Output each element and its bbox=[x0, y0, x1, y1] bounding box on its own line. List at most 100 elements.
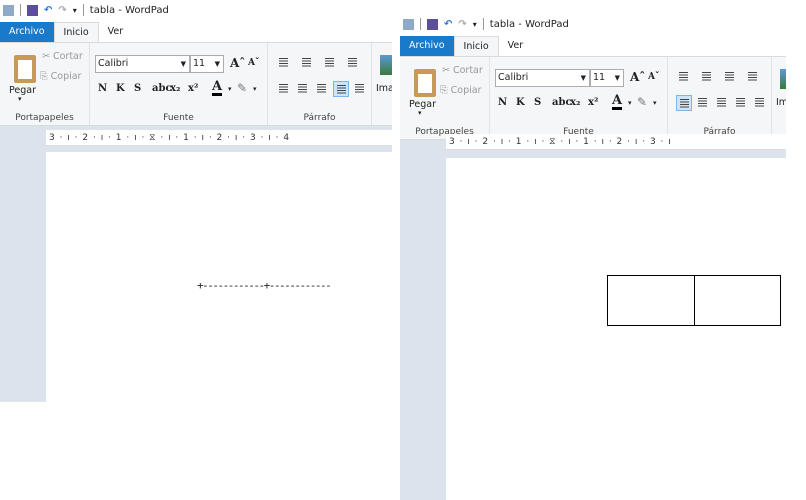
copy-button[interactable]: ⎘ Copiar bbox=[440, 85, 481, 96]
copy-button[interactable]: ⎘ Copiar bbox=[40, 71, 81, 82]
tab-ver[interactable]: Ver bbox=[99, 22, 133, 42]
wordpad-app-icon[interactable] bbox=[3, 4, 14, 16]
tab-inicio[interactable]: Inicio bbox=[453, 36, 499, 56]
align-left-button[interactable] bbox=[676, 95, 692, 111]
font-style-button[interactable]: x² bbox=[188, 83, 198, 94]
font-style-button[interactable]: N bbox=[98, 83, 107, 94]
insert-image-label[interactable]: Im bbox=[776, 97, 786, 108]
shrink-font-icon[interactable]: Aˇ bbox=[648, 72, 659, 82]
paragraph-group: Párrafo bbox=[668, 57, 772, 139]
increase-indent-button[interactable] bbox=[699, 69, 715, 85]
font-size-value: 11 bbox=[193, 58, 206, 69]
font-style-button[interactable]: S bbox=[134, 83, 141, 94]
document-page[interactable] bbox=[446, 158, 786, 500]
divider bbox=[420, 18, 421, 30]
font-style-button[interactable]: abc bbox=[552, 97, 572, 108]
font-family-select[interactable]: Calibri ▼ bbox=[95, 55, 190, 73]
redo-icon[interactable]: ↷ bbox=[58, 5, 66, 16]
customize-toolbar-icon[interactable]: ▾ bbox=[73, 6, 77, 15]
chevron-down-icon[interactable]: ▾ bbox=[253, 85, 257, 93]
font-style-button[interactable]: S bbox=[534, 97, 541, 108]
chevron-down-icon[interactable]: ▾ bbox=[653, 99, 657, 107]
font-style-button[interactable]: x₂ bbox=[570, 97, 580, 108]
undo-icon[interactable]: ↶ bbox=[444, 19, 452, 30]
image-icon[interactable] bbox=[380, 55, 392, 75]
table-cell[interactable] bbox=[695, 276, 780, 325]
grow-font-icon[interactable]: Aˆ bbox=[630, 70, 645, 84]
window-title: tabla - WordPad bbox=[489, 18, 569, 30]
font-group: Calibri ▼ 11 ▼ Aˆ Aˇ N K Sabc x₂ x² A ▾ ✎ ▾ Fuen… bbox=[490, 57, 668, 139]
save-icon[interactable] bbox=[427, 18, 438, 30]
font-style-button[interactable]: x₂ bbox=[170, 83, 180, 94]
cut-button[interactable]: ✂ Cortar bbox=[442, 65, 483, 76]
bullets-button[interactable] bbox=[322, 55, 338, 71]
highlighter-icon[interactable]: ✎ bbox=[237, 81, 247, 95]
ribbon-tabs: Archivo Inicio Ver bbox=[400, 36, 786, 56]
document-text[interactable]: +------------+------------ bbox=[197, 279, 332, 292]
table-cell[interactable] bbox=[608, 276, 695, 325]
group-label: Párrafo bbox=[303, 113, 336, 123]
group-label: Portapapeles bbox=[15, 113, 74, 123]
document-table[interactable] bbox=[607, 275, 781, 326]
paragraph-button[interactable] bbox=[752, 95, 768, 111]
paste-button[interactable]: Pegar ▾ bbox=[404, 61, 440, 121]
font-family-select[interactable]: Calibri ▼ bbox=[495, 69, 590, 87]
paste-button[interactable]: Pegar ▾ bbox=[4, 47, 40, 107]
decrease-indent-button[interactable] bbox=[276, 55, 292, 71]
increase-indent-button[interactable] bbox=[299, 55, 315, 71]
undo-icon[interactable]: ↶ bbox=[44, 5, 52, 16]
paragraph-button[interactable] bbox=[352, 81, 368, 97]
wordpad-app-icon[interactable] bbox=[403, 18, 414, 30]
font-family-value: Calibri bbox=[98, 58, 129, 69]
tab-ver[interactable]: Ver bbox=[499, 36, 533, 56]
align-justify-button[interactable] bbox=[733, 95, 749, 111]
font-size-select[interactable]: 11 ▼ bbox=[590, 69, 624, 87]
line-spacing-button[interactable] bbox=[345, 55, 361, 71]
font-color-icon[interactable]: A bbox=[212, 80, 223, 96]
insert-image-label[interactable]: Ima bbox=[376, 83, 392, 94]
shrink-font-icon[interactable]: Aˇ bbox=[248, 58, 259, 68]
align-right-button[interactable] bbox=[714, 95, 730, 111]
chevron-down-icon: ▾ bbox=[18, 95, 22, 103]
align-left-button[interactable] bbox=[276, 81, 292, 97]
align-justify-icon bbox=[337, 85, 346, 94]
image-icon[interactable] bbox=[780, 69, 786, 89]
increase-indent-icon bbox=[702, 72, 711, 81]
align-justify-button[interactable] bbox=[333, 81, 349, 97]
clipboard-icon bbox=[414, 69, 436, 97]
align-center-icon bbox=[698, 98, 707, 107]
tab-archivo[interactable]: Archivo bbox=[0, 22, 54, 42]
tab-archivo[interactable]: Archivo bbox=[400, 36, 454, 56]
font-size-select[interactable]: 11 ▼ bbox=[190, 55, 224, 73]
align-right-icon bbox=[717, 98, 726, 107]
clipboard-icon bbox=[14, 55, 36, 83]
bullets-button[interactable] bbox=[722, 69, 738, 85]
font-style-button[interactable]: K bbox=[116, 83, 125, 94]
redo-icon[interactable]: ↷ bbox=[458, 19, 466, 30]
window-title: tabla - WordPad bbox=[89, 4, 169, 16]
ruler[interactable]: 3 · ı · 2 · ı · 1 · ı · ⧖ · ı · 1 · ı · … bbox=[446, 134, 786, 150]
font-style-button[interactable]: x² bbox=[588, 97, 598, 108]
highlighter-icon[interactable]: ✎ bbox=[637, 95, 647, 109]
font-style-button[interactable]: abc bbox=[152, 83, 172, 94]
font-style-button[interactable]: K bbox=[516, 97, 525, 108]
decrease-indent-button[interactable] bbox=[676, 69, 692, 85]
save-icon[interactable] bbox=[27, 4, 38, 16]
customize-toolbar-icon[interactable]: ▾ bbox=[473, 20, 477, 29]
tab-inicio[interactable]: Inicio bbox=[53, 22, 99, 42]
divider bbox=[82, 4, 84, 16]
ruler[interactable]: 3 · ı · 2 · ı · 1 · ı · ⧖ · ı · 1 · ı · … bbox=[46, 130, 392, 146]
align-center-button[interactable] bbox=[695, 95, 711, 111]
align-center-button[interactable] bbox=[295, 81, 311, 97]
align-right-button[interactable] bbox=[314, 81, 330, 97]
font-style-button[interactable]: N bbox=[498, 97, 507, 108]
document-page[interactable]: +------------+------------ bbox=[46, 152, 392, 402]
chevron-down-icon[interactable]: ▾ bbox=[628, 99, 632, 107]
cut-button[interactable]: ✂ Cortar bbox=[42, 51, 83, 62]
grow-font-icon[interactable]: Aˆ bbox=[230, 56, 245, 70]
screenshot-root: ↶ ↷ ▾ tabla - WordPad Archivo Inicio Ver… bbox=[0, 0, 806, 500]
align-justify-icon bbox=[736, 98, 745, 107]
font-color-icon[interactable]: A bbox=[612, 94, 623, 110]
chevron-down-icon[interactable]: ▾ bbox=[228, 85, 232, 93]
line-spacing-button[interactable] bbox=[745, 69, 761, 85]
